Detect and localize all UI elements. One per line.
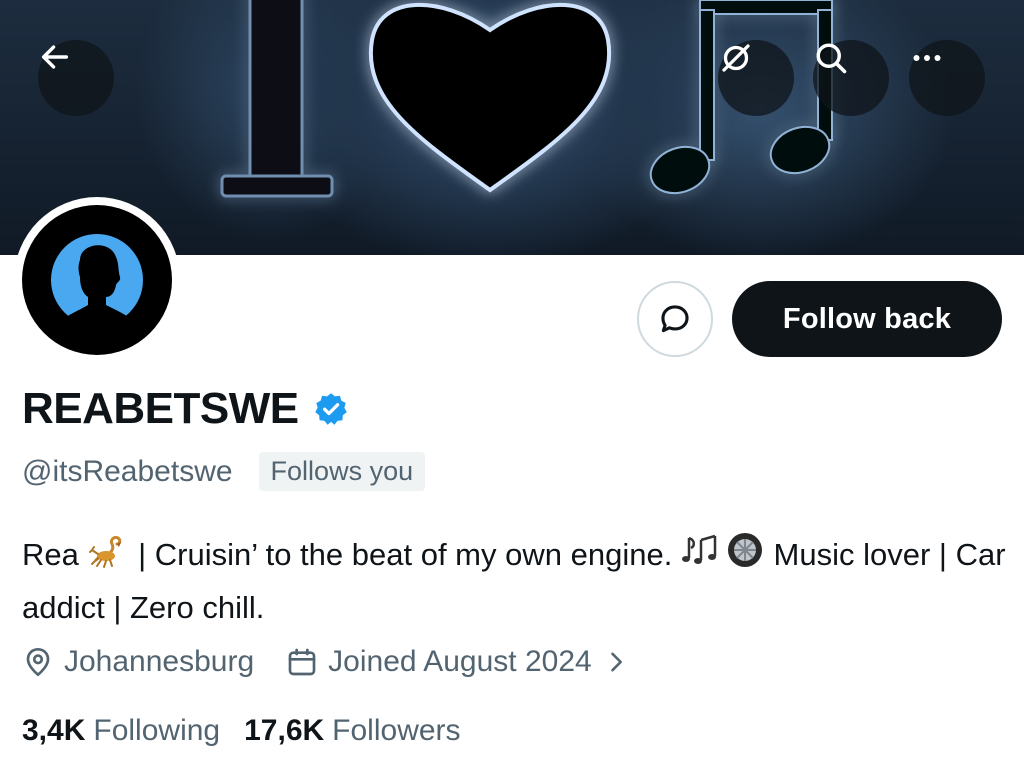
back-button[interactable] — [38, 40, 114, 116]
joined-date[interactable]: Joined August 2024 — [286, 645, 630, 679]
silhouette-avatar-icon — [51, 234, 143, 327]
arrow-left-icon — [41, 45, 69, 69]
follow-back-button[interactable]: Follow back — [732, 281, 1002, 357]
scorpion-emoji-icon — [88, 530, 130, 584]
search-icon — [816, 43, 847, 74]
verified-badge-icon[interactable] — [313, 391, 349, 427]
more-horizontal-icon — [913, 55, 941, 61]
followers-count: 17,6K — [244, 714, 325, 747]
handle-row: @itsReabetswe Follows you — [22, 452, 426, 491]
banner-artwork — [220, 0, 833, 198]
follows-you-badge: Follows you — [258, 452, 426, 491]
message-button[interactable] — [637, 281, 713, 357]
followers-link[interactable]: 17,6K Followers — [244, 714, 460, 748]
joined-text: Joined August 2024 — [328, 645, 592, 678]
profile-banner[interactable] — [0, 0, 1024, 255]
music-notes-emoji-icon — [681, 532, 725, 582]
bio-name: Rea — [22, 537, 79, 573]
bio-text-1: | Cruisin’ to the beat of my own engine. — [129, 537, 681, 573]
avatar-image — [22, 205, 172, 355]
grok-button[interactable] — [718, 40, 794, 116]
following-count: 3,4K — [22, 714, 86, 747]
following-link[interactable]: 3,4K Following — [22, 714, 220, 748]
heart-shape — [368, 2, 612, 193]
location-pin-icon — [26, 647, 50, 677]
message-bubble-icon — [661, 305, 689, 333]
wheel-emoji-icon — [725, 530, 765, 584]
location: Johannesburg — [22, 645, 254, 679]
grok-icon — [722, 44, 750, 72]
handle: @itsReabetswe — [22, 454, 233, 488]
bio: Rea | Cruisin’ to the beat of my own eng… — [22, 530, 1012, 632]
more-button[interactable] — [909, 40, 985, 116]
name-row: REABETSWE — [22, 384, 349, 434]
stats-row: 3,4K Following 17,6K Followers — [22, 714, 461, 748]
search-button[interactable] — [813, 40, 889, 116]
letter-i-shape — [220, 0, 334, 198]
following-label: Following — [93, 714, 221, 747]
followers-label: Followers — [332, 714, 461, 747]
display-name: REABETSWE — [22, 384, 299, 433]
meta-row: Johannesburg Joined August 2024 — [22, 645, 630, 679]
avatar[interactable] — [14, 197, 180, 363]
chevron-right-icon — [610, 652, 622, 672]
profile-page: Follow back REABETSWE @itsReabetswe Foll… — [0, 0, 1024, 772]
calendar-icon — [288, 648, 316, 676]
location-text: Johannesburg — [64, 645, 255, 678]
